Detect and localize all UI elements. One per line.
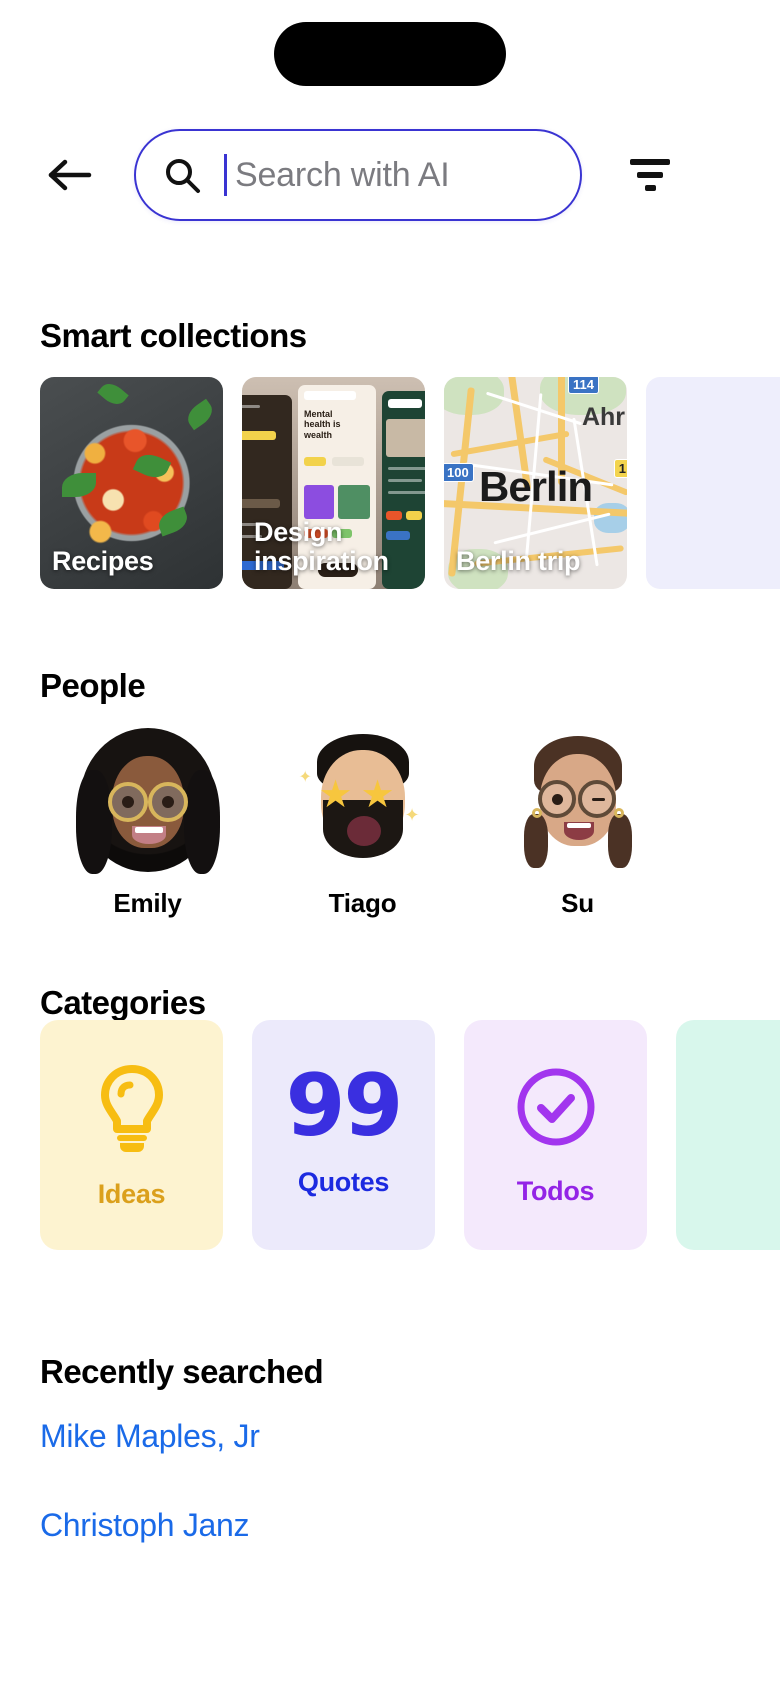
- collection-card-recipes[interactable]: Recipes: [40, 377, 223, 589]
- filter-icon-line-1: [630, 159, 670, 165]
- arrow-left-icon: [48, 159, 92, 191]
- category-card-ideas[interactable]: Ideas: [40, 1020, 223, 1250]
- person-name: Su: [561, 888, 594, 918]
- people-title: People: [40, 667, 146, 704]
- people-list: Emily ★ ★ ✦ ✦ Tiago Su: [40, 722, 740, 919]
- filter-icon-line-3: [644, 185, 656, 191]
- filter-icon-line-2: [637, 172, 663, 178]
- person-item-tiago[interactable]: ★ ★ ✦ ✦ Tiago: [255, 722, 470, 919]
- collection-card-design[interactable]: Mental health is wealth Design inspirati…: [242, 377, 425, 589]
- categories-title: Categories: [40, 984, 206, 1021]
- smart-collections-title: Smart collections: [40, 317, 307, 354]
- collection-card-label: Design inspiration: [254, 517, 389, 576]
- category-label: Todos: [516, 1175, 595, 1206]
- category-card-todos[interactable]: Todos: [464, 1020, 647, 1250]
- category-card-placeholder[interactable]: [676, 1020, 780, 1250]
- map-shield-100: 100: [444, 463, 474, 482]
- person-item-emily[interactable]: Emily: [40, 722, 255, 919]
- category-label: Quotes: [297, 1166, 390, 1197]
- smart-collections-carousel[interactable]: Recipes Mental health is wealth Design i…: [40, 377, 780, 589]
- collection-card-label: Berlin trip: [456, 545, 581, 576]
- recently-searched-title: Recently searched: [40, 1353, 324, 1390]
- memoji-tiago-avatar: ★ ★ ✦ ✦: [293, 722, 433, 872]
- map-shield-1: 1: [613, 459, 627, 478]
- map-city-label: Berlin: [478, 463, 593, 511]
- star-eye-right: ★: [360, 774, 395, 816]
- collection-card-label: Recipes: [52, 545, 154, 576]
- map-shield-114: 114: [568, 377, 599, 394]
- memoji-emily-avatar: [75, 722, 220, 874]
- categories-carousel[interactable]: Ideas 99 Quotes Todos: [40, 1020, 780, 1250]
- filter-button[interactable]: [618, 143, 682, 207]
- search-placeholder: Search with AI: [235, 155, 450, 194]
- memoji-su-avatar: [508, 722, 648, 872]
- collection-card-berlin[interactable]: 114 100 1 Ahr Berlin Berlin trip: [444, 377, 627, 589]
- category-label: Ideas: [97, 1178, 166, 1209]
- app-screen: Search with AI Smart collections Recipes: [0, 0, 780, 1688]
- back-button[interactable]: [36, 140, 106, 210]
- search-input[interactable]: Search with AI: [134, 129, 582, 221]
- person-name: Tiago: [328, 888, 397, 918]
- lightbulb-icon: [100, 1064, 163, 1152]
- category-card-quotes[interactable]: 99 Quotes: [252, 1020, 435, 1250]
- collection-card-placeholder[interactable]: [646, 377, 780, 589]
- check-circle-icon: [517, 1068, 594, 1145]
- person-name: Emily: [113, 888, 182, 918]
- recently-searched-list: Mike Maples, Jr Christoph Janz: [40, 1418, 740, 1544]
- star-eye-left: ★: [318, 774, 353, 816]
- quote-marks-icon: 99: [285, 1056, 404, 1157]
- search-header: Search with AI: [0, 126, 780, 224]
- recent-search-item[interactable]: Mike Maples, Jr: [40, 1418, 740, 1455]
- dynamic-island: [274, 22, 506, 86]
- search-icon: [162, 155, 202, 195]
- person-item-su[interactable]: Su: [470, 722, 685, 919]
- map-town-label: Ahr: [581, 403, 625, 431]
- text-caret: [224, 154, 227, 196]
- recent-search-item[interactable]: Christoph Janz: [40, 1507, 740, 1544]
